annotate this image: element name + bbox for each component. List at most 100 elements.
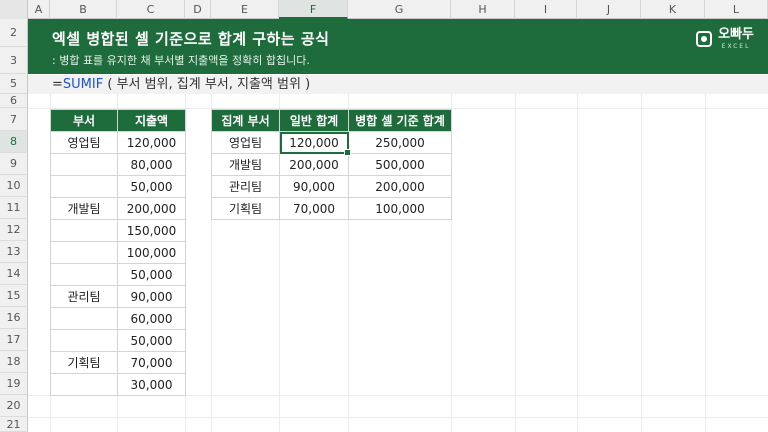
cell-summary-department[interactable]: 관리팀	[211, 175, 280, 198]
column-header-j[interactable]: J	[577, 0, 641, 19]
row-header-2[interactable]: 2	[0, 19, 28, 47]
cell-merged-sum[interactable]: 100,000	[348, 197, 452, 220]
header-expense[interactable]: 지출액	[117, 109, 186, 132]
cell-department[interactable]: 기획팀	[50, 351, 118, 374]
row-header-11[interactable]: 11	[0, 197, 28, 219]
cell-department[interactable]: 개발팀	[50, 197, 118, 220]
table-row: 개발팀 200,000 500,000	[211, 153, 452, 176]
cell-department[interactable]	[50, 219, 118, 242]
row-header-5[interactable]: 5	[0, 74, 28, 94]
column-header-c[interactable]: C	[117, 0, 185, 19]
cell-normal-sum[interactable]: 200,000	[279, 153, 349, 176]
table-row: 80,000	[50, 153, 186, 176]
grid-line	[515, 94, 516, 432]
cell-department[interactable]	[50, 307, 118, 330]
grid-line	[641, 94, 642, 432]
row-header-18[interactable]: 18	[0, 351, 28, 373]
cell-expense[interactable]: 30,000	[117, 373, 186, 396]
column-header-h[interactable]: H	[451, 0, 515, 19]
table-row: 개발팀 200,000	[50, 197, 186, 220]
cell-expense[interactable]: 50,000	[117, 263, 186, 286]
cell-summary-department[interactable]: 영업팀	[211, 131, 280, 154]
cell-department[interactable]	[50, 263, 118, 286]
logo-subtext: EXCEL	[721, 43, 751, 50]
header-summary-department[interactable]: 집계 부서	[211, 109, 280, 132]
row-header-9[interactable]: 9	[0, 153, 28, 175]
select-all-corner[interactable]	[0, 0, 28, 19]
cell-normal-sum[interactable]: 70,000	[279, 197, 349, 220]
table-row: 150,000	[50, 219, 186, 242]
cell-expense[interactable]: 100,000	[117, 241, 186, 264]
table-row: 30,000	[50, 373, 186, 396]
column-header-b[interactable]: B	[50, 0, 117, 19]
grid-line	[577, 94, 578, 432]
row-header-12[interactable]: 12	[0, 219, 28, 241]
cell-department[interactable]: 영업팀	[50, 131, 118, 154]
title-banner: 엑셀 병합된 셀 기준으로 합계 구하는 공식 : 병합 표를 유지한 채 부서…	[28, 19, 768, 74]
cell-expense[interactable]: 90,000	[117, 285, 186, 308]
column-header-i[interactable]: I	[515, 0, 577, 19]
formula-row: =SUMIF ( 부서 범위, 집계 부서, 지출액 범위 )	[28, 75, 768, 94]
cell-merged-sum[interactable]: 500,000	[348, 153, 452, 176]
cell-summary-department[interactable]: 기획팀	[211, 197, 280, 220]
formula-text: =SUMIF ( 부서 범위, 집계 부서, 지출액 범위 )	[52, 75, 310, 94]
row-header-16[interactable]: 16	[0, 307, 28, 329]
page-subtitle: : 병합 표를 유지한 채 부서별 지출액을 정확히 합칩니다.	[52, 54, 310, 67]
cell-merged-sum[interactable]: 200,000	[348, 175, 452, 198]
grid-line	[705, 94, 706, 432]
grid-line	[28, 417, 768, 418]
cell-expense[interactable]: 200,000	[117, 197, 186, 220]
cell-department[interactable]	[50, 241, 118, 264]
table-row: 기획팀 70,000 100,000	[211, 197, 452, 220]
row-header-21[interactable]: 21	[0, 417, 28, 432]
row-header-10[interactable]: 10	[0, 175, 28, 197]
row-header-8[interactable]: 8	[0, 131, 28, 153]
header-department[interactable]: 부서	[50, 109, 118, 132]
cell-department[interactable]	[50, 175, 118, 198]
cell-expense[interactable]: 70,000	[117, 351, 186, 374]
header-normal-sum[interactable]: 일반 합계	[279, 109, 349, 132]
formula-function: SUMIF	[62, 77, 104, 92]
row-header-17[interactable]: 17	[0, 329, 28, 351]
column-header-bar: A B C D E F G H I J K L	[0, 0, 768, 19]
row-header-3[interactable]: 3	[0, 47, 28, 74]
cell-normal-sum-selected[interactable]: 120,000	[279, 131, 352, 157]
cell-expense[interactable]: 150,000	[117, 219, 186, 242]
cell-expense[interactable]: 50,000	[117, 175, 186, 198]
cell-department[interactable]	[50, 153, 118, 176]
row-header-19[interactable]: 19	[0, 373, 28, 395]
table-row: 60,000	[50, 307, 186, 330]
column-header-e[interactable]: E	[211, 0, 279, 19]
brand-logo: 오빠두 EXCEL	[696, 28, 754, 50]
formula-args: ( 부서 범위, 집계 부서, 지출액 범위 )	[103, 77, 311, 92]
column-header-g[interactable]: G	[348, 0, 451, 19]
cell-expense[interactable]: 120,000	[117, 131, 186, 154]
row-header-13[interactable]: 13	[0, 241, 28, 263]
cell-normal-sum[interactable]: 90,000	[279, 175, 349, 198]
row-header-14[interactable]: 14	[0, 263, 28, 285]
row-header-6[interactable]: 6	[0, 94, 28, 108]
logo-text: 오빠두	[718, 27, 754, 42]
cell-summary-department[interactable]: 개발팀	[211, 153, 280, 176]
column-header-f[interactable]: F	[279, 0, 348, 19]
table-row: 기획팀 70,000	[50, 351, 186, 374]
table-row: 50,000	[50, 263, 186, 286]
cell-department[interactable]	[50, 329, 118, 352]
header-merged-sum[interactable]: 병합 셀 기준 합계	[348, 109, 452, 132]
table-row: 100,000	[50, 241, 186, 264]
cell-expense[interactable]: 50,000	[117, 329, 186, 352]
row-header-7[interactable]: 7	[0, 108, 28, 131]
row-header-15[interactable]: 15	[0, 285, 28, 307]
cell-expense[interactable]: 60,000	[117, 307, 186, 330]
cell-department[interactable]	[50, 373, 118, 396]
cell-expense[interactable]: 80,000	[117, 153, 186, 176]
table-row: 영업팀 120,000	[50, 131, 186, 154]
row-header-20[interactable]: 20	[0, 395, 28, 417]
cell-merged-sum[interactable]: 250,000	[348, 131, 452, 154]
column-header-k[interactable]: K	[641, 0, 705, 19]
cell-department[interactable]: 관리팀	[50, 285, 118, 308]
column-header-l[interactable]: L	[705, 0, 768, 19]
column-header-d[interactable]: D	[185, 0, 211, 19]
page-title: 엑셀 병합된 셀 기준으로 합계 구하는 공식	[52, 30, 330, 48]
column-header-a[interactable]: A	[28, 0, 50, 19]
